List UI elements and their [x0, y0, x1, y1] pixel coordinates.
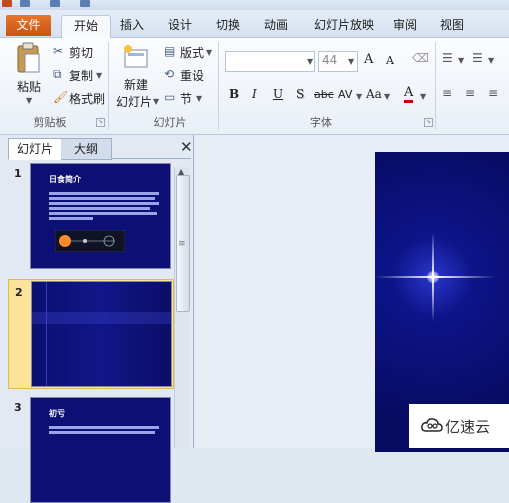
section-icon: ▭	[164, 90, 176, 104]
align-right-icon[interactable]: ≡	[488, 86, 498, 100]
tab-review[interactable]: 审阅	[387, 15, 423, 36]
undo-icon[interactable]	[50, 0, 60, 7]
slide-thumbnail-row[interactable]: 1 日食简介	[8, 161, 172, 271]
slide-body-text-lines	[49, 192, 159, 222]
ribbon-tab-bar: 文件 开始 插入 设计 切换 动画 幻灯片放映 审阅 视图	[0, 10, 509, 38]
tab-animations[interactable]: 动画	[258, 15, 294, 36]
layout-dropdown-arrow[interactable]: ▼	[206, 48, 212, 57]
app-icon[interactable]	[2, 0, 12, 7]
slide-thumbnail-row-selected[interactable]: 2	[8, 279, 174, 389]
watermark: 亿速云	[409, 404, 509, 448]
paste-button[interactable]: 粘贴	[17, 78, 41, 95]
copy-dropdown-arrow[interactable]: ▼	[96, 71, 102, 80]
italic-button[interactable]: I	[252, 87, 257, 101]
paste-icon[interactable]	[16, 42, 42, 74]
shadow-button[interactable]: S	[296, 87, 304, 101]
new-slide-button[interactable]: 新建	[124, 76, 148, 93]
copy-icon: ⧉	[53, 67, 62, 81]
underline-button[interactable]: U	[273, 87, 283, 101]
bullets-icon[interactable]: ☰	[442, 51, 453, 65]
group-separator	[108, 42, 109, 130]
redo-icon[interactable]	[80, 0, 90, 7]
slide-thumbnail[interactable]: 日食简介	[30, 163, 171, 269]
layout-button[interactable]: 版式	[180, 44, 204, 61]
group-separator	[435, 42, 436, 130]
slide-editing-canvas[interactable]	[195, 135, 509, 452]
slide-title: 日食简介	[49, 175, 81, 184]
numbering-icon[interactable]: ☰	[472, 51, 483, 65]
paste-dropdown-arrow[interactable]: ▼	[26, 96, 32, 105]
tab-slides[interactable]: 幻灯片	[8, 138, 62, 160]
grow-font-button[interactable]: A	[364, 52, 373, 67]
watermark-text: 亿速云	[445, 418, 491, 436]
slide-decor-band	[32, 312, 171, 324]
slide-thumbnail[interactable]: 初亏	[30, 397, 171, 503]
tab-design[interactable]: 设计	[162, 15, 198, 36]
new-slide-dropdown-arrow[interactable]: ▼	[153, 97, 159, 106]
cut-button[interactable]: 剪切	[69, 44, 93, 61]
clear-formatting-icon[interactable]: ⌫	[412, 51, 429, 65]
tab-view[interactable]: 视图	[434, 15, 470, 36]
eclipse-diagram-image	[55, 230, 125, 252]
slide-thumbnail[interactable]	[31, 281, 172, 387]
tab-home[interactable]: 开始	[61, 15, 111, 38]
cloud-logo-icon	[421, 418, 443, 432]
clipboard-group-label: 剪贴板	[33, 116, 67, 129]
quick-access-toolbar	[0, 0, 509, 10]
bold-button[interactable]: B	[229, 87, 239, 101]
panel-scrollbar[interactable]: ▲ ≡	[174, 167, 190, 448]
copy-button[interactable]: 复制	[69, 67, 93, 84]
numbering-dropdown-arrow[interactable]: ▼	[488, 56, 494, 65]
slides-panel: 幻灯片 大纲 ✕ 1 日食简介 2 3 初亏	[0, 135, 194, 503]
format-painter-button[interactable]: 格式刷	[69, 90, 105, 107]
change-case-dropdown-arrow[interactable]: ▼	[384, 92, 390, 101]
new-slide-button-line2[interactable]: 幻灯片	[116, 93, 152, 110]
format-painter-icon: 🖌	[53, 90, 69, 104]
tab-transitions[interactable]: 切换	[210, 15, 246, 36]
reset-button[interactable]: 重设	[180, 67, 204, 84]
font-name-dropdown-arrow[interactable]: ▼	[307, 57, 313, 66]
shrink-font-button[interactable]: A	[386, 54, 394, 67]
align-center-icon[interactable]: ≡	[465, 86, 475, 100]
section-button[interactable]: 节	[180, 90, 192, 107]
reset-icon: ⟲	[164, 67, 175, 81]
panel-tabs: 幻灯片 大纲 ✕	[8, 138, 193, 160]
ribbon: 粘贴 ▼ ✂ 剪切 ⧉ 复制 ▼ 🖌 格式刷 剪贴板 ↘ 新建 幻灯片 ▼ ▤ …	[0, 38, 509, 135]
scissors-icon: ✂	[53, 44, 64, 58]
slide-body-text-lines	[49, 426, 159, 436]
tab-insert[interactable]: 插入	[114, 15, 150, 36]
tab-file[interactable]: 文件	[6, 15, 51, 36]
font-group-label: 字体	[310, 116, 332, 129]
font-color-dropdown-arrow[interactable]: ▼	[420, 92, 426, 101]
strikethrough-button[interactable]: abc	[314, 88, 334, 101]
slides-group-label: 幻灯片	[153, 116, 187, 129]
slide-number: 3	[14, 401, 22, 414]
slide-number: 2	[15, 286, 23, 299]
clipboard-launcher[interactable]: ↘	[96, 118, 105, 127]
section-dropdown-arrow[interactable]: ▼	[196, 94, 202, 103]
new-slide-icon[interactable]	[122, 44, 150, 70]
light-flare-center	[427, 271, 439, 283]
group-separator	[218, 42, 219, 130]
character-spacing-dropdown-arrow[interactable]: ▼	[356, 92, 362, 101]
font-name-combobox[interactable]	[225, 51, 315, 72]
scrollbar-grip-icon: ≡	[178, 239, 186, 249]
align-left-icon[interactable]: ≡	[442, 86, 452, 100]
font-launcher[interactable]: ↘	[424, 118, 433, 127]
slide-title: 初亏	[49, 409, 65, 418]
close-icon[interactable]: ✕	[180, 138, 193, 156]
tab-slideshow[interactable]: 幻灯片放映	[306, 15, 382, 36]
character-spacing-button[interactable]: AV	[338, 88, 352, 101]
slide-thumbnail-row[interactable]: 3 初亏	[8, 395, 172, 503]
slide-decor-line	[46, 282, 47, 386]
font-color-button[interactable]: A	[404, 86, 414, 103]
change-case-button[interactable]: Aa	[366, 87, 382, 101]
save-icon[interactable]	[20, 0, 30, 7]
slide-number: 1	[14, 167, 22, 180]
font-size-value: 44	[322, 53, 338, 67]
tab-outline[interactable]: 大纲	[61, 138, 112, 160]
font-size-dropdown-arrow[interactable]: ▼	[348, 57, 354, 66]
layout-icon: ▤	[164, 44, 176, 58]
bullets-dropdown-arrow[interactable]: ▼	[458, 56, 464, 65]
